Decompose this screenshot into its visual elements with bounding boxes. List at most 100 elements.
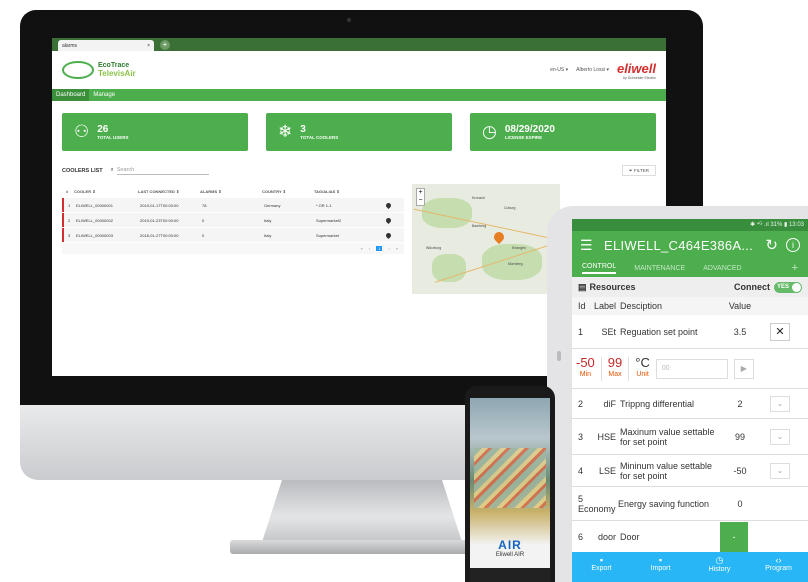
card-label: TOTAL USERS: [97, 135, 129, 140]
min-limit: -50 Min: [576, 354, 602, 381]
row-last: 2019-01-23T00:00:00: [140, 217, 179, 223]
camera-icon: [347, 18, 351, 22]
nav-history[interactable]: ◷ History: [690, 552, 749, 582]
zoom-out-button[interactable]: −: [417, 197, 424, 205]
card-label: LICENSE EXPIRE: [504, 135, 543, 140]
info-icon[interactable]: i: [786, 238, 800, 252]
map-pin-icon[interactable]: [384, 216, 393, 224]
close-icon[interactable]: ×: [147, 43, 150, 49]
tab-maintenance[interactable]: MAINTENANCE: [634, 265, 685, 272]
vendor-sub: by Schneider Electric: [623, 75, 656, 80]
param-label: diF: [603, 398, 616, 409]
page-last[interactable]: »: [396, 246, 398, 251]
map-pin-icon[interactable]: [384, 231, 393, 239]
param-row[interactable]: 4 LSE Mininum value settable for set poi…: [572, 455, 808, 487]
page-next[interactable]: ›: [388, 246, 389, 251]
param-desc: Trippng differential: [620, 398, 695, 409]
main-nav: Dashboard Manage: [52, 89, 666, 101]
connect-group: Connect YES: [734, 281, 802, 293]
param-id-text: 5: [578, 493, 584, 504]
table-row[interactable]: 3 ELIWELL_00000003 2018-01-27T00:00:00 0…: [62, 228, 404, 242]
tablet-tabs: CONTROL MAINTENANCE ADVANCED +: [572, 259, 808, 277]
row-last: 2018-01-27T00:00:00: [140, 232, 179, 238]
tablet-app-bar: ☰ ELIWELL_C464E386A... ↻ i: [572, 231, 808, 259]
nav-import[interactable]: ▪ Import: [631, 552, 690, 582]
tablet-button: [557, 351, 561, 361]
map-zoom: + −: [416, 188, 425, 206]
card-total-users[interactable]: ⚇ 26 TOTAL USERS: [62, 113, 248, 151]
param-label: LSE: [598, 465, 616, 476]
page-first[interactable]: «: [361, 246, 363, 251]
card-total-coolers[interactable]: ❄ 3 TOTAL COOLERS: [266, 113, 452, 151]
filter-button[interactable]: ⏷ FILTER: [621, 165, 656, 176]
param-value: 3.5: [733, 326, 747, 337]
col-tag[interactable]: TAG/ALIAS ⇕: [314, 189, 384, 194]
search-input[interactable]: Search: [116, 167, 209, 175]
table-row[interactable]: 1 ELIWELL_00000001 2019-01-17T00:00:00 7…: [62, 198, 404, 212]
pagination: « ‹ 1 › »: [62, 243, 404, 254]
summary-cards: ⚇ 26 TOTAL USERS ❄ 3 TOTAL COOLERS ◷ 08/…: [52, 101, 666, 151]
user-menu[interactable]: Alberto Lossi ▾: [576, 67, 609, 73]
send-button[interactable]: ▶: [733, 358, 754, 379]
map-marker-icon[interactable]: [491, 229, 507, 245]
param-id: 1: [578, 326, 584, 337]
refresh-icon[interactable]: ↻: [765, 236, 778, 254]
param-value: 2: [737, 398, 743, 409]
param-label: Economy: [578, 503, 616, 514]
chevron-down-icon[interactable]: ⌄: [770, 428, 790, 445]
row-cooler: ELIWELL_00000001: [76, 202, 113, 208]
table-header: # COOLER ⇕ LAST CONNECTED ⇕ ALARMS ⇕ COU…: [62, 184, 404, 198]
col-cooler[interactable]: COOLER ⇕: [74, 189, 138, 194]
chevron-down-icon[interactable]: ⌄: [770, 395, 790, 412]
param-editor: -50 Min 99 Max °C Unit 00 ▶: [572, 349, 808, 389]
close-icon[interactable]: ✕: [770, 322, 790, 341]
browser-tab[interactable]: alarms ×: [58, 40, 154, 51]
nav-manage[interactable]: Manage: [89, 89, 119, 101]
page-prev[interactable]: ‹: [369, 246, 370, 251]
search-icon: ⌕: [110, 167, 114, 173]
param-row[interactable]: 2 diF Trippng differential 2 ⌄: [572, 389, 808, 419]
table-row[interactable]: 2 ELIWELL_00000002 2019-01-23T00:00:00 0…: [62, 213, 404, 227]
map-pin-icon[interactable]: [384, 201, 393, 209]
param-row[interactable]: 6 door Door -: [572, 521, 808, 553]
params-header: Id Label Desciption Value: [572, 297, 808, 315]
col-alarms[interactable]: ALARMS ⇕: [200, 189, 262, 194]
coolers-map[interactable]: Kronach Coburg Bamberg Würzburg Erlangen…: [412, 184, 560, 294]
connect-toggle[interactable]: YES: [774, 281, 802, 293]
row-tag: * OR 1-1: [316, 202, 332, 208]
param-row[interactable]: 5 Economy Energy saving function 0: [572, 487, 808, 521]
map-town: Bamberg: [472, 224, 487, 228]
col-country[interactable]: COUNTRY ⇕: [262, 189, 314, 194]
add-tab-button[interactable]: +: [792, 262, 798, 274]
new-tab-button[interactable]: +: [160, 39, 170, 50]
filter-label: FILTER: [633, 168, 649, 173]
param-label: door: [597, 531, 616, 542]
nav-dashboard[interactable]: Dashboard: [52, 89, 90, 101]
tab-control[interactable]: CONTROL: [582, 263, 617, 274]
phone-screen: AIR Eliwell AIR: [470, 398, 550, 582]
status-bar: ✱ ⁴ᴳ .ıl 31% ▮ 13:03: [572, 219, 808, 231]
map-town: Kronach: [472, 196, 486, 200]
menu-icon[interactable]: ☰: [580, 237, 604, 254]
row-country: Italy: [264, 217, 272, 223]
page-current[interactable]: 1: [376, 246, 383, 251]
tablet-screen: ✱ ⁴ᴳ .ıl 31% ▮ 13:03 ☰ ELIWELL_C464E386A…: [572, 219, 808, 582]
app-header: EcoTrace TelevisAir en-US ▾ Alberto Loss…: [52, 51, 666, 89]
col-value: Value: [728, 301, 752, 311]
nav-export[interactable]: ▪ Export: [572, 552, 631, 582]
param-row[interactable]: 3 HSE Maxinum value settable for set poi…: [572, 419, 808, 455]
nav-program[interactable]: ‹› Program: [749, 552, 808, 582]
min-value: -50: [576, 354, 595, 370]
card-license-expire[interactable]: ◷ 08/29/2020 LICENSE EXPIRE: [470, 113, 656, 151]
col-last-connected[interactable]: LAST CONNECTED ⇕: [138, 189, 200, 194]
code-icon: ‹›: [775, 555, 782, 565]
param-value: 0: [737, 498, 743, 509]
language-select[interactable]: en-US ▾: [550, 67, 568, 73]
param-row[interactable]: 1 SEt Reguation set point 3.5 ✕: [572, 315, 808, 349]
tab-advanced[interactable]: ADVANCED: [703, 265, 741, 272]
card-value: 3: [300, 124, 306, 135]
chevron-down-icon[interactable]: ⌄: [770, 462, 790, 479]
value-input[interactable]: 00: [655, 358, 728, 379]
row-country: Germany: [264, 202, 281, 208]
zoom-in-button[interactable]: +: [417, 189, 424, 197]
